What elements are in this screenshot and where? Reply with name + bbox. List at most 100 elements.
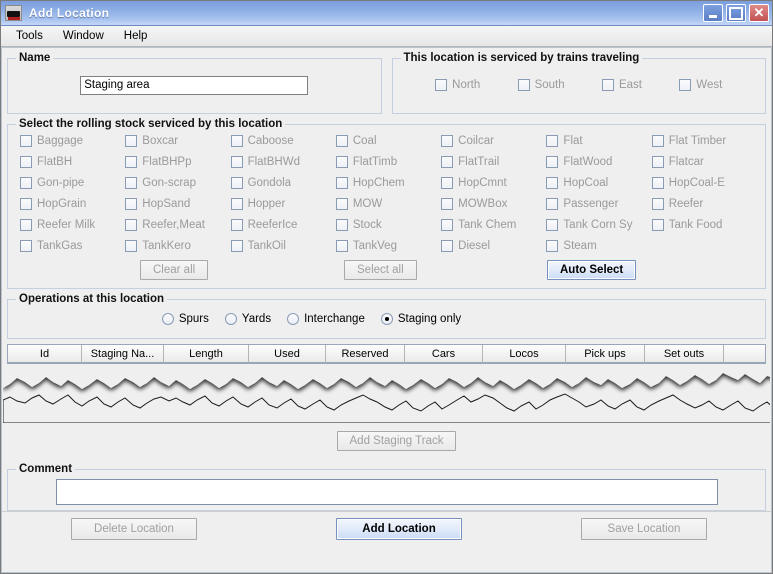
menu-item-help[interactable]: Help: [115, 28, 157, 44]
table-header-cell[interactable]: Used: [249, 345, 326, 363]
checkbox-gon-pipe[interactable]: Gon-pipe: [20, 177, 125, 189]
checkbox-flatbh[interactable]: FlatBH: [20, 156, 125, 168]
checkbox-label: Flat: [563, 135, 582, 147]
checkbox-flat-timber[interactable]: Flat Timber: [652, 135, 757, 147]
checkbox-coal[interactable]: Coal: [336, 135, 441, 147]
checkbox-hopcoal-e[interactable]: HopCoal-E: [652, 177, 757, 189]
table-header-cell[interactable]: Locos: [483, 345, 566, 363]
comment-legend: Comment: [16, 463, 75, 475]
checkbox-box-icon: [20, 177, 32, 189]
table-header-cell[interactable]: Id: [8, 345, 82, 363]
checkbox-label: HopChem: [353, 177, 405, 189]
checkbox-flatcar[interactable]: Flatcar: [652, 156, 757, 168]
checkbox-box-icon: [231, 156, 243, 168]
checkbox-label: Passenger: [563, 198, 618, 210]
checkbox-hopsand[interactable]: HopSand: [125, 198, 230, 210]
rolling-stock-legend: Select the rolling stock serviced by thi…: [16, 118, 285, 130]
checkbox-north[interactable]: North: [435, 79, 480, 91]
maximize-icon[interactable]: [726, 4, 746, 22]
checkbox-flatbhwd[interactable]: FlatBHWd: [231, 156, 336, 168]
delete-location-button[interactable]: Delete Location: [71, 518, 197, 540]
checkbox-tankoil[interactable]: TankOil: [231, 240, 336, 252]
radio-dot-icon: [162, 313, 174, 325]
select-all-button[interactable]: Select all: [344, 260, 417, 280]
bottom-button-row: Delete Location Add Location Save Locati…: [2, 511, 771, 545]
save-location-button[interactable]: Save Location: [581, 518, 707, 540]
add-location-button[interactable]: Add Location: [336, 518, 462, 540]
checkbox-flatwood[interactable]: FlatWood: [546, 156, 651, 168]
table-header-cell[interactable]: Set outs: [645, 345, 724, 363]
radio-label: Yards: [242, 313, 271, 325]
checkbox-tank-food[interactable]: Tank Food: [652, 219, 757, 231]
radio-dot-icon: [381, 313, 393, 325]
checkbox-flatbhpp[interactable]: FlatBHPp: [125, 156, 230, 168]
checkbox-hopper[interactable]: Hopper: [231, 198, 336, 210]
direction-group: This location is serviced by trains trav…: [392, 52, 767, 114]
checkbox-baggage[interactable]: Baggage: [20, 135, 125, 147]
track-table-header: IdStaging Na...LengthUsedReservedCarsLoc…: [8, 345, 765, 363]
checkbox-flattrail[interactable]: FlatTrail: [441, 156, 546, 168]
checkbox-stock[interactable]: Stock: [336, 219, 441, 231]
checkbox-gon-scrap[interactable]: Gon-scrap: [125, 177, 230, 189]
checkbox-box-icon: [20, 156, 32, 168]
radio-interchange[interactable]: Interchange: [287, 313, 365, 325]
checkbox-caboose[interactable]: Caboose: [231, 135, 336, 147]
radio-label: Interchange: [304, 313, 365, 325]
table-header-cell[interactable]: [724, 345, 766, 363]
checkbox-hopchem[interactable]: HopChem: [336, 177, 441, 189]
checkbox-west[interactable]: West: [679, 79, 722, 91]
checkbox-flattimb[interactable]: FlatTimb: [336, 156, 441, 168]
table-header-cell[interactable]: Staging Na...: [82, 345, 164, 363]
checkbox-east[interactable]: East: [602, 79, 642, 91]
checkbox-label: Caboose: [248, 135, 294, 147]
checkbox-mow[interactable]: MOW: [336, 198, 441, 210]
radio-spurs[interactable]: Spurs: [162, 313, 209, 325]
checkbox-coilcar[interactable]: Coilcar: [441, 135, 546, 147]
checkbox-hopgrain[interactable]: HopGrain: [20, 198, 125, 210]
checkbox-box-icon: [336, 177, 348, 189]
close-icon[interactable]: ✕: [749, 4, 769, 22]
checkbox-passenger[interactable]: Passenger: [546, 198, 651, 210]
table-header-cell[interactable]: Reserved: [326, 345, 405, 363]
checkbox-tankkero[interactable]: TankKero: [125, 240, 230, 252]
checkbox-tank-chem[interactable]: Tank Chem: [441, 219, 546, 231]
checkbox-box-icon: [336, 135, 348, 147]
checkbox-reefer-milk[interactable]: Reefer Milk: [20, 219, 125, 231]
checkbox-box-icon: [679, 79, 691, 91]
checkbox-label: HopSand: [142, 198, 190, 210]
table-header-cell[interactable]: Pick ups: [566, 345, 645, 363]
radio-yards[interactable]: Yards: [225, 313, 271, 325]
menu-item-tools[interactable]: Tools: [7, 28, 52, 44]
comment-input[interactable]: [56, 479, 718, 505]
checkbox-gondola[interactable]: Gondola: [231, 177, 336, 189]
checkbox-label: FlatWood: [563, 156, 612, 168]
location-name-input[interactable]: [80, 76, 308, 95]
checkbox-mowbox[interactable]: MOWBox: [441, 198, 546, 210]
checkbox-flat[interactable]: Flat: [546, 135, 651, 147]
add-staging-track-button[interactable]: Add Staging Track: [337, 431, 457, 451]
minimize-icon[interactable]: [703, 4, 723, 22]
table-header-cell[interactable]: Length: [164, 345, 249, 363]
menu-item-window[interactable]: Window: [54, 28, 113, 44]
checkbox-label: Tank Corn Sy: [563, 219, 632, 231]
clear-all-button[interactable]: Clear all: [140, 260, 208, 280]
checkbox-reefer[interactable]: Reefer: [652, 198, 757, 210]
radio-staging-only[interactable]: Staging only: [381, 313, 461, 325]
checkbox-diesel[interactable]: Diesel: [441, 240, 546, 252]
checkbox-label: FlatTimb: [353, 156, 397, 168]
checkbox-label: FlatBHWd: [248, 156, 300, 168]
checkbox-tank-corn-sy[interactable]: Tank Corn Sy: [546, 219, 651, 231]
checkbox-reefer-meat[interactable]: Reefer,Meat: [125, 219, 230, 231]
checkbox-tankveg[interactable]: TankVeg: [336, 240, 441, 252]
checkbox-south[interactable]: South: [518, 79, 565, 91]
checkbox-hopcoal[interactable]: HopCoal: [546, 177, 651, 189]
checkbox-hopcmnt[interactable]: HopCmnt: [441, 177, 546, 189]
main-content: Name This location is serviced by trains…: [1, 47, 772, 573]
auto-select-button[interactable]: Auto Select: [547, 260, 636, 280]
checkbox-tankgas[interactable]: TankGas: [20, 240, 125, 252]
table-header-cell[interactable]: Cars: [405, 345, 483, 363]
comment-group: Comment: [7, 463, 766, 511]
checkbox-reeferice[interactable]: ReeferIce: [231, 219, 336, 231]
checkbox-steam[interactable]: Steam: [546, 240, 651, 252]
checkbox-boxcar[interactable]: Boxcar: [125, 135, 230, 147]
